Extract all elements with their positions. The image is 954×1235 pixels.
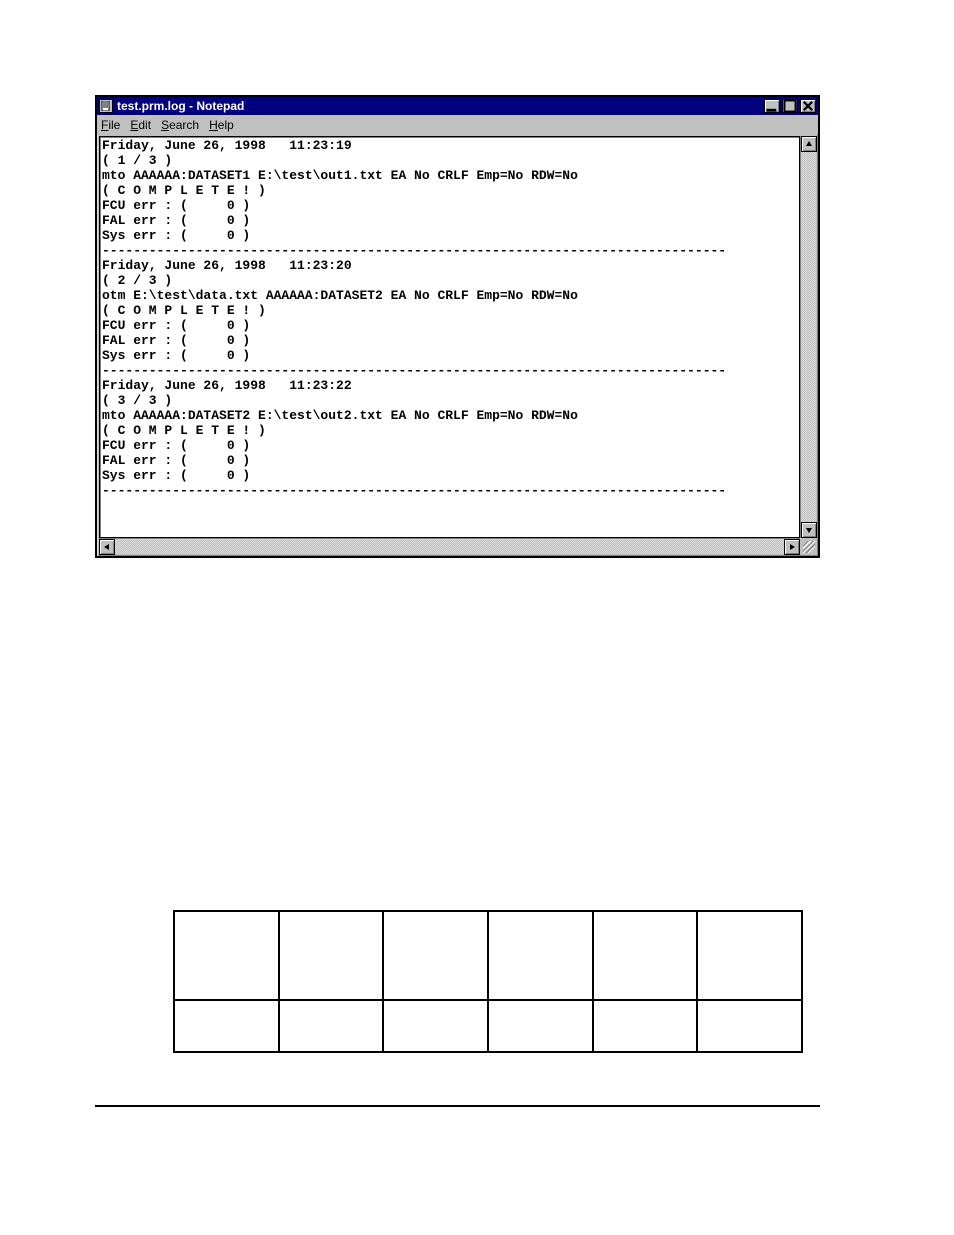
- log-text: Friday, June 26, 1998 11:23:19 ( 1 / 3 )…: [102, 138, 797, 498]
- menu-file-rest: ile: [108, 118, 120, 132]
- close-button[interactable]: [800, 99, 816, 113]
- table-cell: [593, 1000, 698, 1052]
- scroll-down-button[interactable]: [801, 522, 817, 538]
- client-area: Friday, June 26, 1998 11:23:19 ( 1 / 3 )…: [99, 136, 816, 554]
- table-cell: [174, 1000, 279, 1052]
- menu-file[interactable]: File: [101, 118, 120, 132]
- text-area[interactable]: Friday, June 26, 1998 11:23:19 ( 1 / 3 )…: [99, 136, 800, 538]
- empty-table: [173, 910, 803, 1053]
- table-row: [174, 911, 802, 1000]
- page-footer-rule: [95, 1105, 820, 1107]
- app-icon: [99, 99, 113, 113]
- table-row: [174, 1000, 802, 1052]
- menu-search[interactable]: Search: [161, 118, 199, 132]
- window-title: test.prm.log - Notepad: [117, 99, 762, 113]
- resize-grip[interactable]: [800, 538, 816, 554]
- table-cell: [279, 1000, 384, 1052]
- menu-help[interactable]: Help: [209, 118, 234, 132]
- scroll-up-button[interactable]: [801, 136, 817, 152]
- window-controls: [762, 99, 816, 113]
- scroll-right-button[interactable]: [784, 539, 800, 555]
- horizontal-scrollbar[interactable]: [99, 538, 800, 554]
- title-bar[interactable]: test.prm.log - Notepad: [97, 97, 818, 115]
- menu-edit[interactable]: Edit: [130, 118, 151, 132]
- table-cell: [383, 1000, 488, 1052]
- menu-bar: File Edit Search Help: [97, 115, 818, 134]
- table-cell: [383, 911, 488, 1000]
- menu-edit-rest: dit: [138, 118, 151, 132]
- minimize-button[interactable]: [764, 99, 780, 113]
- scroll-left-button[interactable]: [99, 539, 115, 555]
- maximize-button[interactable]: [782, 99, 798, 113]
- table-cell: [488, 911, 593, 1000]
- table-cell: [697, 911, 802, 1000]
- menu-search-rest: earch: [169, 118, 199, 132]
- table-cell: [174, 911, 279, 1000]
- table-cell: [488, 1000, 593, 1052]
- table-cell: [279, 911, 384, 1000]
- vertical-scrollbar[interactable]: [800, 136, 816, 538]
- menu-help-rest: elp: [218, 118, 234, 132]
- table-cell: [593, 911, 698, 1000]
- table-cell: [697, 1000, 802, 1052]
- notepad-window: test.prm.log - Notepad File Edit Search …: [95, 95, 820, 558]
